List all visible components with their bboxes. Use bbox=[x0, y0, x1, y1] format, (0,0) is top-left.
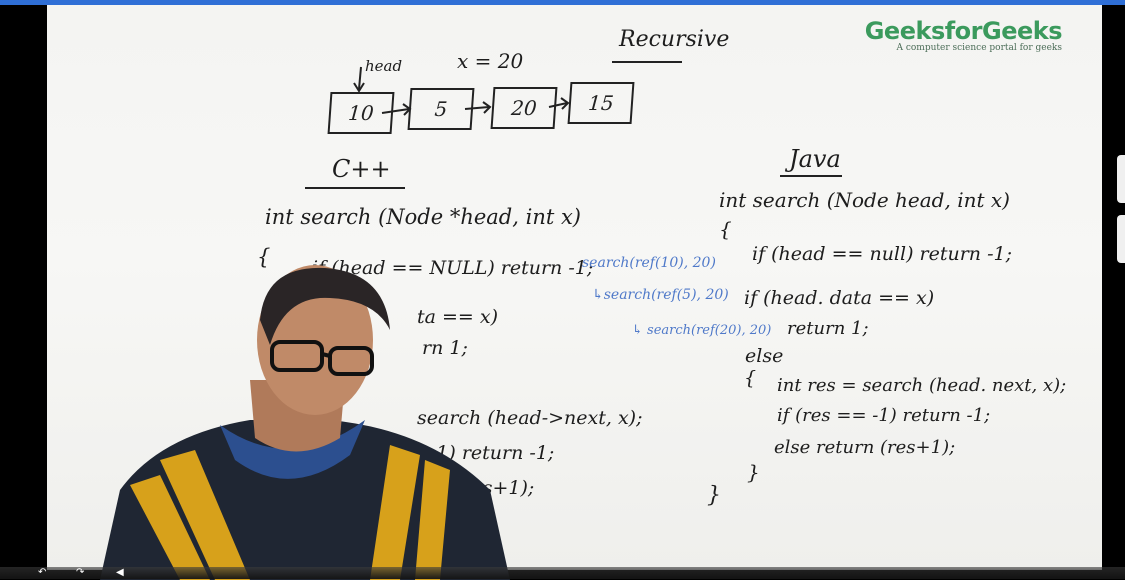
forward-icon[interactable]: ↷ bbox=[76, 567, 84, 578]
java-line: } bbox=[747, 460, 760, 484]
presenter-figure bbox=[100, 265, 510, 580]
head-arrow-icon bbox=[353, 66, 365, 93]
node-link-arrows bbox=[381, 97, 570, 116]
java-line: if (res == -1) return -1; bbox=[777, 405, 991, 426]
rewind-icon[interactable]: ↶ bbox=[38, 567, 46, 578]
side-panel-button[interactable] bbox=[1117, 155, 1125, 203]
java-line: if (head. data == x) bbox=[744, 287, 935, 309]
java-underline bbox=[780, 175, 842, 177]
java-line: int search (Node head, int x) bbox=[719, 188, 1010, 212]
side-panel-button[interactable] bbox=[1117, 215, 1125, 263]
trace-line: ↳search(ref(5), 20) bbox=[592, 287, 729, 303]
x-note: x = 20 bbox=[457, 49, 524, 73]
cpp-line: int search (Node *head, int x) bbox=[265, 205, 581, 229]
recursive-heading: Recursive bbox=[619, 27, 730, 52]
java-line: } bbox=[707, 483, 721, 508]
volume-icon[interactable]: ◀ bbox=[116, 567, 124, 578]
java-line: else return (res+1); bbox=[774, 437, 956, 458]
java-line: { bbox=[744, 367, 757, 389]
video-frame[interactable]: GeeksforGeeks A computer science portal … bbox=[0, 0, 1125, 580]
heading-underline bbox=[612, 61, 682, 63]
cpp-underline bbox=[305, 187, 405, 189]
video-controls: ↶ ↷ ◀ bbox=[0, 567, 1125, 579]
java-line: int res = search (head. next, x); bbox=[777, 375, 1067, 396]
gfg-logo: GeeksforGeeks A computer science portal … bbox=[864, 17, 1063, 53]
java-line: { bbox=[719, 217, 732, 241]
logo-title: GeeksforGeeks bbox=[864, 17, 1063, 45]
cpp-title: C++ bbox=[332, 155, 391, 183]
java-line: return 1; bbox=[787, 318, 869, 339]
java-line: else bbox=[745, 345, 784, 367]
trace-line: ↳ search(ref(20), 20) bbox=[632, 323, 772, 338]
java-line: if (head == null) return -1; bbox=[752, 243, 1012, 265]
node-value: 10 bbox=[347, 101, 375, 125]
trace-line: search(ref(10), 20) bbox=[582, 255, 716, 271]
java-title: Java bbox=[789, 145, 841, 173]
